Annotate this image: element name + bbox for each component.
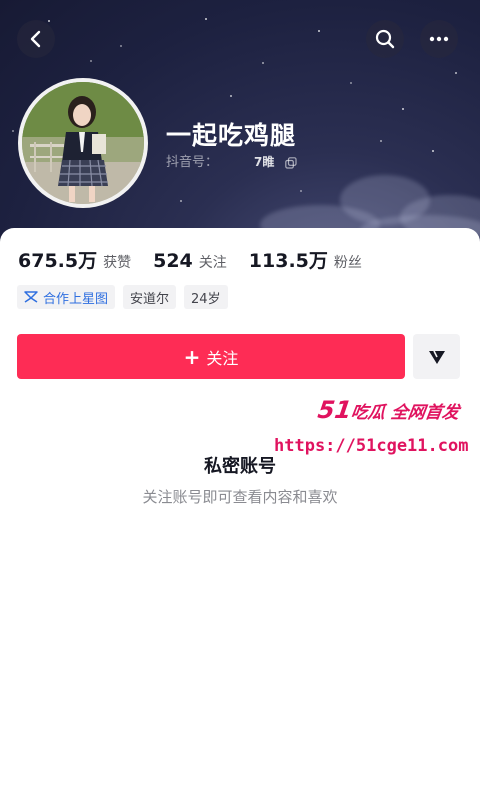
avatar[interactable] — [18, 78, 148, 208]
follow-button[interactable]: + 关注 — [17, 334, 405, 379]
stat-label: 粉丝 — [333, 255, 362, 271]
nickname: 一起吃鸡腿 — [166, 121, 297, 150]
more-horizontal-icon — [429, 36, 449, 42]
douyin-id-label: 抖音号： — [166, 155, 219, 170]
send-message-icon — [428, 350, 445, 364]
stat-followers[interactable]: 113.5万 粉丝 — [249, 246, 362, 273]
stat-value: 524 — [153, 250, 193, 272]
douyin-id-value: 7睢 — [254, 155, 275, 169]
plus-icon: + — [183, 344, 201, 369]
copy-icon[interactable] — [284, 156, 297, 169]
watermark-url: https://51cge11.com — [274, 436, 469, 456]
back-button[interactable] — [17, 20, 55, 58]
search-button[interactable] — [366, 20, 404, 58]
stat-label: 获赞 — [103, 255, 132, 271]
tag-label: 安道尔 — [130, 291, 170, 307]
search-icon — [375, 29, 395, 49]
watermark-brand-text: 吃瓜 全网首发 — [349, 403, 461, 423]
stat-likes[interactable]: 675.5万 获赞 — [18, 246, 131, 273]
tag-location: 安道尔 — [123, 285, 177, 309]
tag-age: 24岁 — [184, 285, 228, 309]
watermark-brand-number: 51 — [316, 396, 354, 424]
follow-label: 关注 — [206, 348, 239, 368]
chevron-left-icon — [30, 30, 41, 48]
stat-following[interactable]: 524 关注 — [153, 250, 227, 272]
message-button[interactable] — [413, 334, 460, 379]
douyin-id[interactable]: 抖音号： 7睢 — [166, 151, 297, 170]
stat-value: 113.5万 — [248, 250, 328, 272]
stat-value: 675.5万 — [18, 250, 98, 272]
tag-label: 24岁 — [191, 291, 221, 307]
profile-content: 675.5万 获赞 524 关注 113.5万 粉丝 合作上星图 安道尔 24岁 — [0, 228, 480, 792]
avatar-image — [22, 82, 144, 204]
watermark-brand: 51吃瓜 全网首发 — [316, 396, 461, 424]
stat-label: 关注 — [198, 255, 227, 271]
tag-star-map[interactable]: 合作上星图 — [17, 285, 116, 309]
more-button[interactable] — [420, 20, 458, 58]
tag-label: 合作上星图 — [43, 291, 109, 307]
star-map-icon — [24, 290, 38, 304]
private-account-subtitle: 关注账号即可查看内容和喜欢 — [142, 488, 338, 506]
stats-row: 675.5万 获赞 524 关注 113.5万 粉丝 — [18, 246, 384, 273]
profile-tags: 合作上星图 安道尔 24岁 — [17, 285, 236, 309]
